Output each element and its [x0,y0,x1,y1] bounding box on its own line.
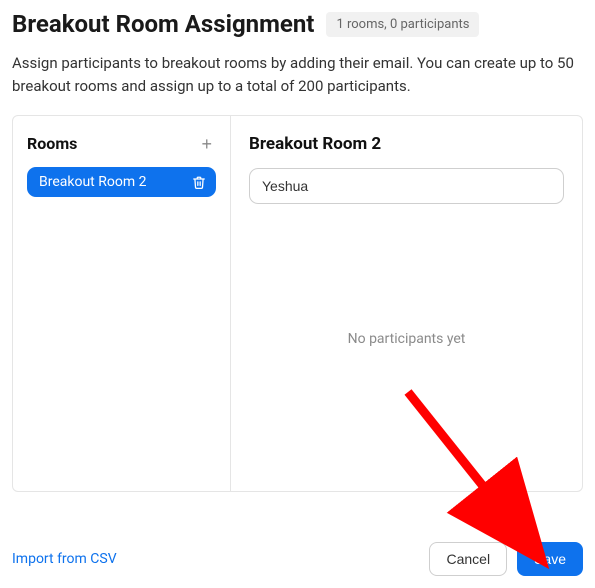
page-title: Breakout Room Assignment [12,10,314,38]
rooms-count-badge: 1 rooms, 0 participants [326,12,479,37]
save-button[interactable]: Save [517,542,583,576]
assignment-panel: Rooms + Breakout Room 2 [12,115,583,492]
cancel-button[interactable]: Cancel [429,542,507,576]
no-participants-text: No participants yet [249,204,564,473]
room-detail-heading: Breakout Room 2 [249,134,564,154]
room-item-selected[interactable]: Breakout Room 2 [27,167,216,197]
rooms-column: Rooms + Breakout Room 2 [13,116,231,491]
rooms-heading: Rooms [27,134,77,153]
plus-icon: + [201,134,212,154]
participant-email-input[interactable] [249,168,564,204]
room-item-label: Breakout Room 2 [39,174,192,190]
add-room-button[interactable]: + [197,135,216,153]
import-from-csv-link[interactable]: Import from CSV [12,551,117,567]
description-text: Assign participants to breakout rooms by… [12,52,583,97]
trash-icon [192,175,206,190]
room-detail-column: Breakout Room 2 No participants yet [231,116,582,491]
delete-room-button[interactable] [192,175,206,190]
